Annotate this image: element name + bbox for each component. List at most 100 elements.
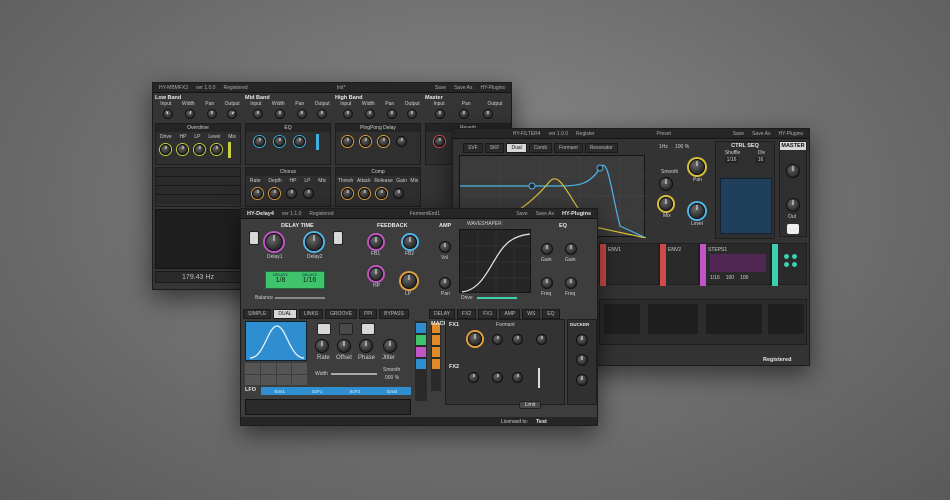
delay2-knob[interactable]	[305, 233, 323, 251]
fb2-knob[interactable]	[403, 235, 417, 249]
lfo-target[interactable]: ScF1	[312, 389, 323, 394]
seq-grid[interactable]	[720, 178, 772, 234]
lfo-display[interactable]	[604, 304, 640, 334]
fx-slot-name[interactable]: Comp	[336, 168, 420, 176]
fb1-knob[interactable]	[369, 235, 383, 249]
balance-slider[interactable]	[275, 297, 325, 299]
delay-knob[interactable]	[342, 136, 353, 147]
pan-knob[interactable]	[689, 159, 705, 175]
filter-preset[interactable]: Preset	[656, 131, 670, 137]
pan-knob[interactable]	[459, 109, 469, 119]
chain-item[interactable]: FX2	[457, 309, 477, 319]
eq-freq-knob[interactable]	[541, 277, 553, 289]
filter-node-1[interactable]	[528, 182, 536, 190]
delay-value-display[interactable]: DELAY1 1/8 DELAY2 1/16	[265, 271, 325, 289]
delay-preset[interactable]: FermentEnd1	[410, 211, 440, 217]
vol-knob[interactable]	[439, 241, 451, 253]
fx-slot-name[interactable]: Overdrive	[156, 124, 240, 132]
lfo-display[interactable]	[648, 304, 698, 334]
ducker-knob[interactable]	[576, 374, 588, 386]
width-knob[interactable]	[185, 109, 195, 119]
level-knob[interactable]	[689, 203, 705, 219]
master-out-knob[interactable]	[786, 198, 800, 212]
mix-knob[interactable]	[659, 197, 673, 211]
filter-mode-tab-active[interactable]: Dual	[506, 143, 527, 153]
output-knob[interactable]	[407, 109, 417, 119]
lfo-rate-knob[interactable]	[315, 339, 329, 353]
level-knob[interactable]	[211, 144, 222, 155]
mod-display[interactable]	[706, 304, 762, 334]
fx1-knob[interactable]	[536, 334, 547, 345]
fx2-slider[interactable]	[538, 368, 540, 388]
step-grid[interactable]	[245, 399, 411, 415]
lfo-shape-button[interactable]	[245, 363, 260, 374]
formant-title[interactable]: Formant	[496, 322, 515, 328]
thresh-knob[interactable]	[342, 188, 353, 199]
fx-slot-name[interactable]: PingPong Delay	[336, 124, 420, 132]
random-icon[interactable]	[361, 323, 375, 335]
fx-slot-name[interactable]: EQ	[246, 124, 330, 132]
filter-mode-tab[interactable]: SKF	[484, 143, 505, 153]
drive-slider[interactable]	[477, 297, 517, 299]
lfo-shape-button[interactable]	[260, 374, 276, 385]
waveshaper-display[interactable]	[459, 229, 532, 294]
macro-mod-button[interactable]	[432, 335, 440, 345]
hp-knob[interactable]	[369, 267, 383, 281]
lfo-phase-knob[interactable]	[359, 339, 373, 353]
fx1-knob[interactable]	[468, 332, 482, 346]
delay-save-as-button[interactable]: Save As	[536, 211, 554, 217]
lp-knob[interactable]	[303, 188, 314, 199]
mix-slider[interactable]	[228, 142, 231, 158]
chain-item[interactable]: FX1	[478, 309, 498, 319]
pan-knob[interactable]	[439, 277, 451, 289]
output-knob[interactable]	[317, 109, 327, 119]
delay1-knob[interactable]	[265, 233, 283, 251]
fx1-knob[interactable]	[492, 334, 503, 345]
macro-button[interactable]	[416, 335, 426, 345]
pan-knob[interactable]	[207, 109, 217, 119]
delay-save-button[interactable]: Save	[516, 211, 527, 217]
hp-knob[interactable]	[177, 144, 188, 155]
ducker-knob[interactable]	[576, 334, 588, 346]
lfo-shape-button[interactable]	[276, 363, 292, 374]
lfo-target[interactable]: ScF2	[350, 389, 361, 394]
release-knob[interactable]	[376, 188, 387, 199]
master-in-knob[interactable]	[786, 164, 800, 178]
steps1-display[interactable]	[710, 254, 766, 272]
multiband-save-as-button[interactable]: Save As	[454, 85, 472, 91]
output-knob[interactable]	[483, 109, 493, 119]
delay-knob[interactable]	[360, 136, 371, 147]
eq-gain-knob[interactable]	[565, 243, 577, 255]
attack-knob[interactable]	[359, 188, 370, 199]
macro-mod-button[interactable]	[432, 347, 440, 357]
width-slider[interactable]	[331, 373, 377, 375]
lfo-shape-button[interactable]	[292, 363, 307, 374]
eq-knob[interactable]	[274, 136, 285, 147]
depth-knob[interactable]	[269, 188, 280, 199]
lfo-target[interactable]: Env1	[275, 389, 285, 394]
seq-div-value[interactable]: 1/16	[724, 157, 739, 163]
gain-knob[interactable]	[393, 188, 404, 199]
hp-knob[interactable]	[286, 188, 297, 199]
delay-mode-tab[interactable]: SIMPLE	[243, 309, 272, 319]
filter-mode-tab[interactable]: Formant	[554, 143, 583, 153]
smooth-knob[interactable]	[659, 177, 673, 191]
multiband-preset[interactable]: Init*	[337, 85, 346, 91]
lfo-display[interactable]	[245, 321, 307, 361]
osc-rate[interactable]: 1Hz	[659, 144, 668, 150]
fx1-knob[interactable]	[512, 334, 523, 345]
filter-mode-tab[interactable]: SVF	[463, 143, 483, 153]
pan-knob[interactable]	[387, 109, 397, 119]
macro-mod-button[interactable]	[432, 359, 440, 369]
ducker-knob[interactable]	[576, 354, 588, 366]
mix-slider[interactable]	[316, 134, 319, 150]
lfo-target[interactable]: Env2	[387, 389, 397, 394]
fx2-knob[interactable]	[492, 372, 503, 383]
lfo-shape-button[interactable]	[276, 374, 292, 385]
lp-knob[interactable]	[401, 273, 417, 289]
seq-steps-value[interactable]: 16	[755, 157, 766, 163]
delay-knob[interactable]	[396, 136, 407, 147]
smooth-value[interactable]: 000 %	[385, 375, 399, 381]
lfo-shape-button[interactable]	[260, 363, 276, 374]
drive-knob[interactable]	[160, 144, 171, 155]
